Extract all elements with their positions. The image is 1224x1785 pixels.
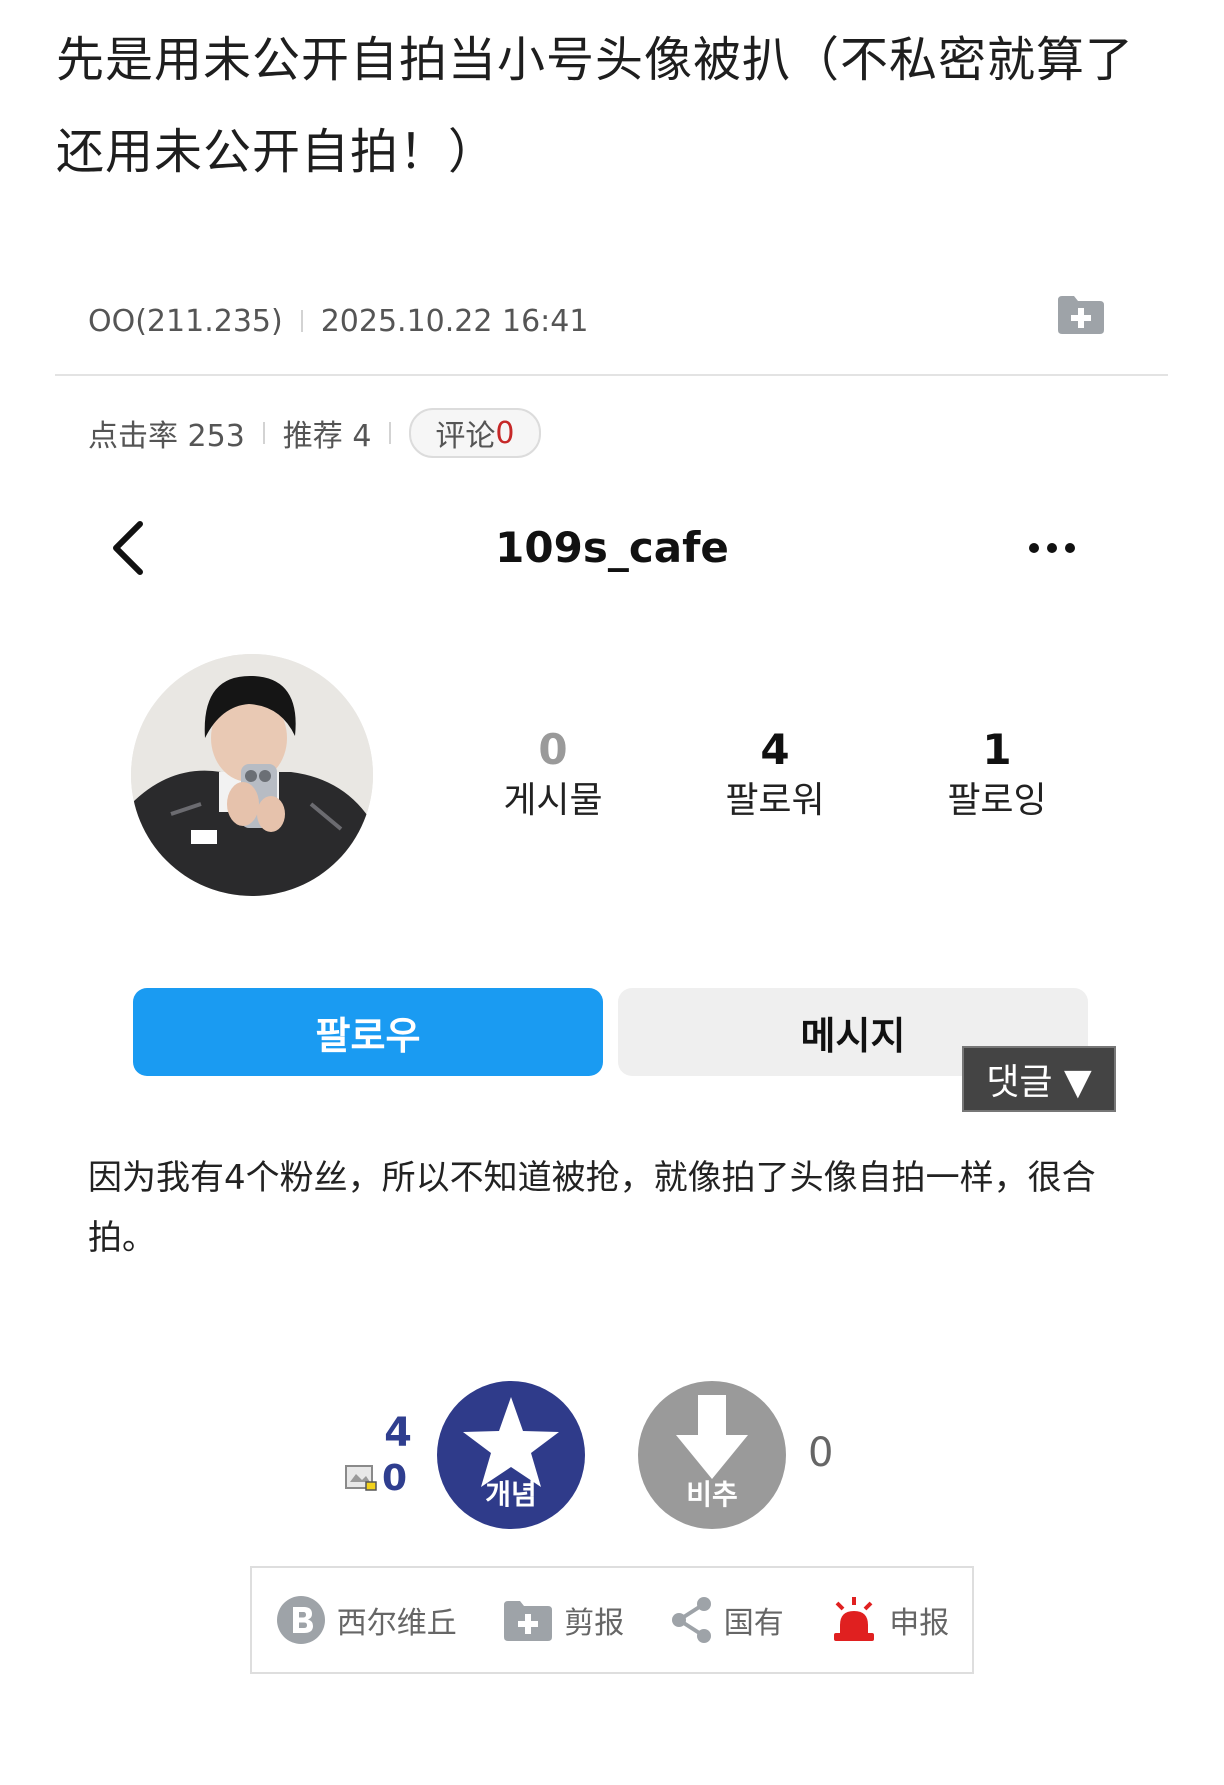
following-count: 1 <box>982 725 1012 774</box>
post-title: 先是用未公开自拍当小号头像被扒（不私密就算了还用未公开自拍！） <box>56 32 1135 180</box>
posts-count: 0 <box>538 725 568 774</box>
divider <box>55 374 1168 376</box>
followers-stat[interactable]: 4 팔로워 <box>685 724 865 826</box>
followers-label: 팔로워 <box>725 780 825 821</box>
divider <box>300 310 303 332</box>
blog-share-label: 西尔维丘 <box>336 1606 457 1641</box>
blog-share-button[interactable]: 西尔维丘 <box>275 1594 457 1646</box>
scrap-label: 剪报 <box>564 1606 625 1641</box>
following-stat[interactable]: 1 팔로잉 <box>907 724 1087 826</box>
share-icon <box>671 1597 711 1643</box>
follow-button[interactable]: 팔로우 <box>133 988 603 1076</box>
comment-button[interactable]: 评论 0 <box>409 408 541 458</box>
upvote-label: 개념 <box>485 1478 537 1511</box>
downvote-count: 0 <box>808 1430 834 1476</box>
avatar[interactable] <box>131 654 373 896</box>
following-label: 팔로잉 <box>947 780 1047 821</box>
folder-add-icon <box>504 1601 553 1641</box>
upvote-count: 4 <box>384 1410 412 1456</box>
scrap-button[interactable]: 剪报 <box>502 1597 624 1643</box>
comment-toggle-button[interactable]: 댓글 ▼ <box>962 1046 1116 1112</box>
upvote-button[interactable]: 개념 <box>437 1381 585 1529</box>
view-count: 点击率 253 <box>88 419 245 454</box>
fixed-user-icon <box>344 1462 378 1496</box>
folder-add-icon[interactable] <box>1056 292 1106 336</box>
comment-count: 0 <box>495 415 515 451</box>
fixed-count-group: 0 <box>344 1458 407 1499</box>
post-body: 因为我有4个粉丝，所以不知道被抢，就像拍了头像自拍一样，很合拍。 <box>88 1158 1096 1258</box>
recommend-count: 推荐 4 <box>282 419 372 454</box>
divider <box>389 422 392 444</box>
post-datetime: 2025.10.22 16:41 <box>320 303 589 339</box>
report-button[interactable]: 申报 <box>829 1595 949 1645</box>
fixed-count: 0 <box>382 1458 408 1499</box>
author-name[interactable]: OO(211.235) <box>88 304 283 339</box>
share-button[interactable]: 国有 <box>670 1596 784 1644</box>
comment-label: 评论 <box>435 419 496 454</box>
report-label: 申报 <box>889 1606 950 1641</box>
divider <box>262 422 265 444</box>
blog-b-icon <box>276 1596 325 1644</box>
post-meta: OO(211.235) 2025.10.22 16:41 <box>88 296 588 346</box>
post-stats: 点击率 253 推荐 4 评论 0 <box>88 408 541 458</box>
share-label: 国有 <box>723 1606 784 1641</box>
action-bar: 西尔维丘 剪报 国有 申报 <box>250 1566 974 1674</box>
posts-stat[interactable]: 0 게시물 <box>463 724 643 826</box>
followers-count: 4 <box>760 725 790 774</box>
posts-label: 게시물 <box>503 780 603 821</box>
more-icon[interactable] <box>1026 530 1078 566</box>
downvote-button[interactable]: 비추 <box>638 1381 786 1529</box>
siren-icon <box>834 1597 875 1641</box>
downvote-label: 비추 <box>686 1478 738 1511</box>
